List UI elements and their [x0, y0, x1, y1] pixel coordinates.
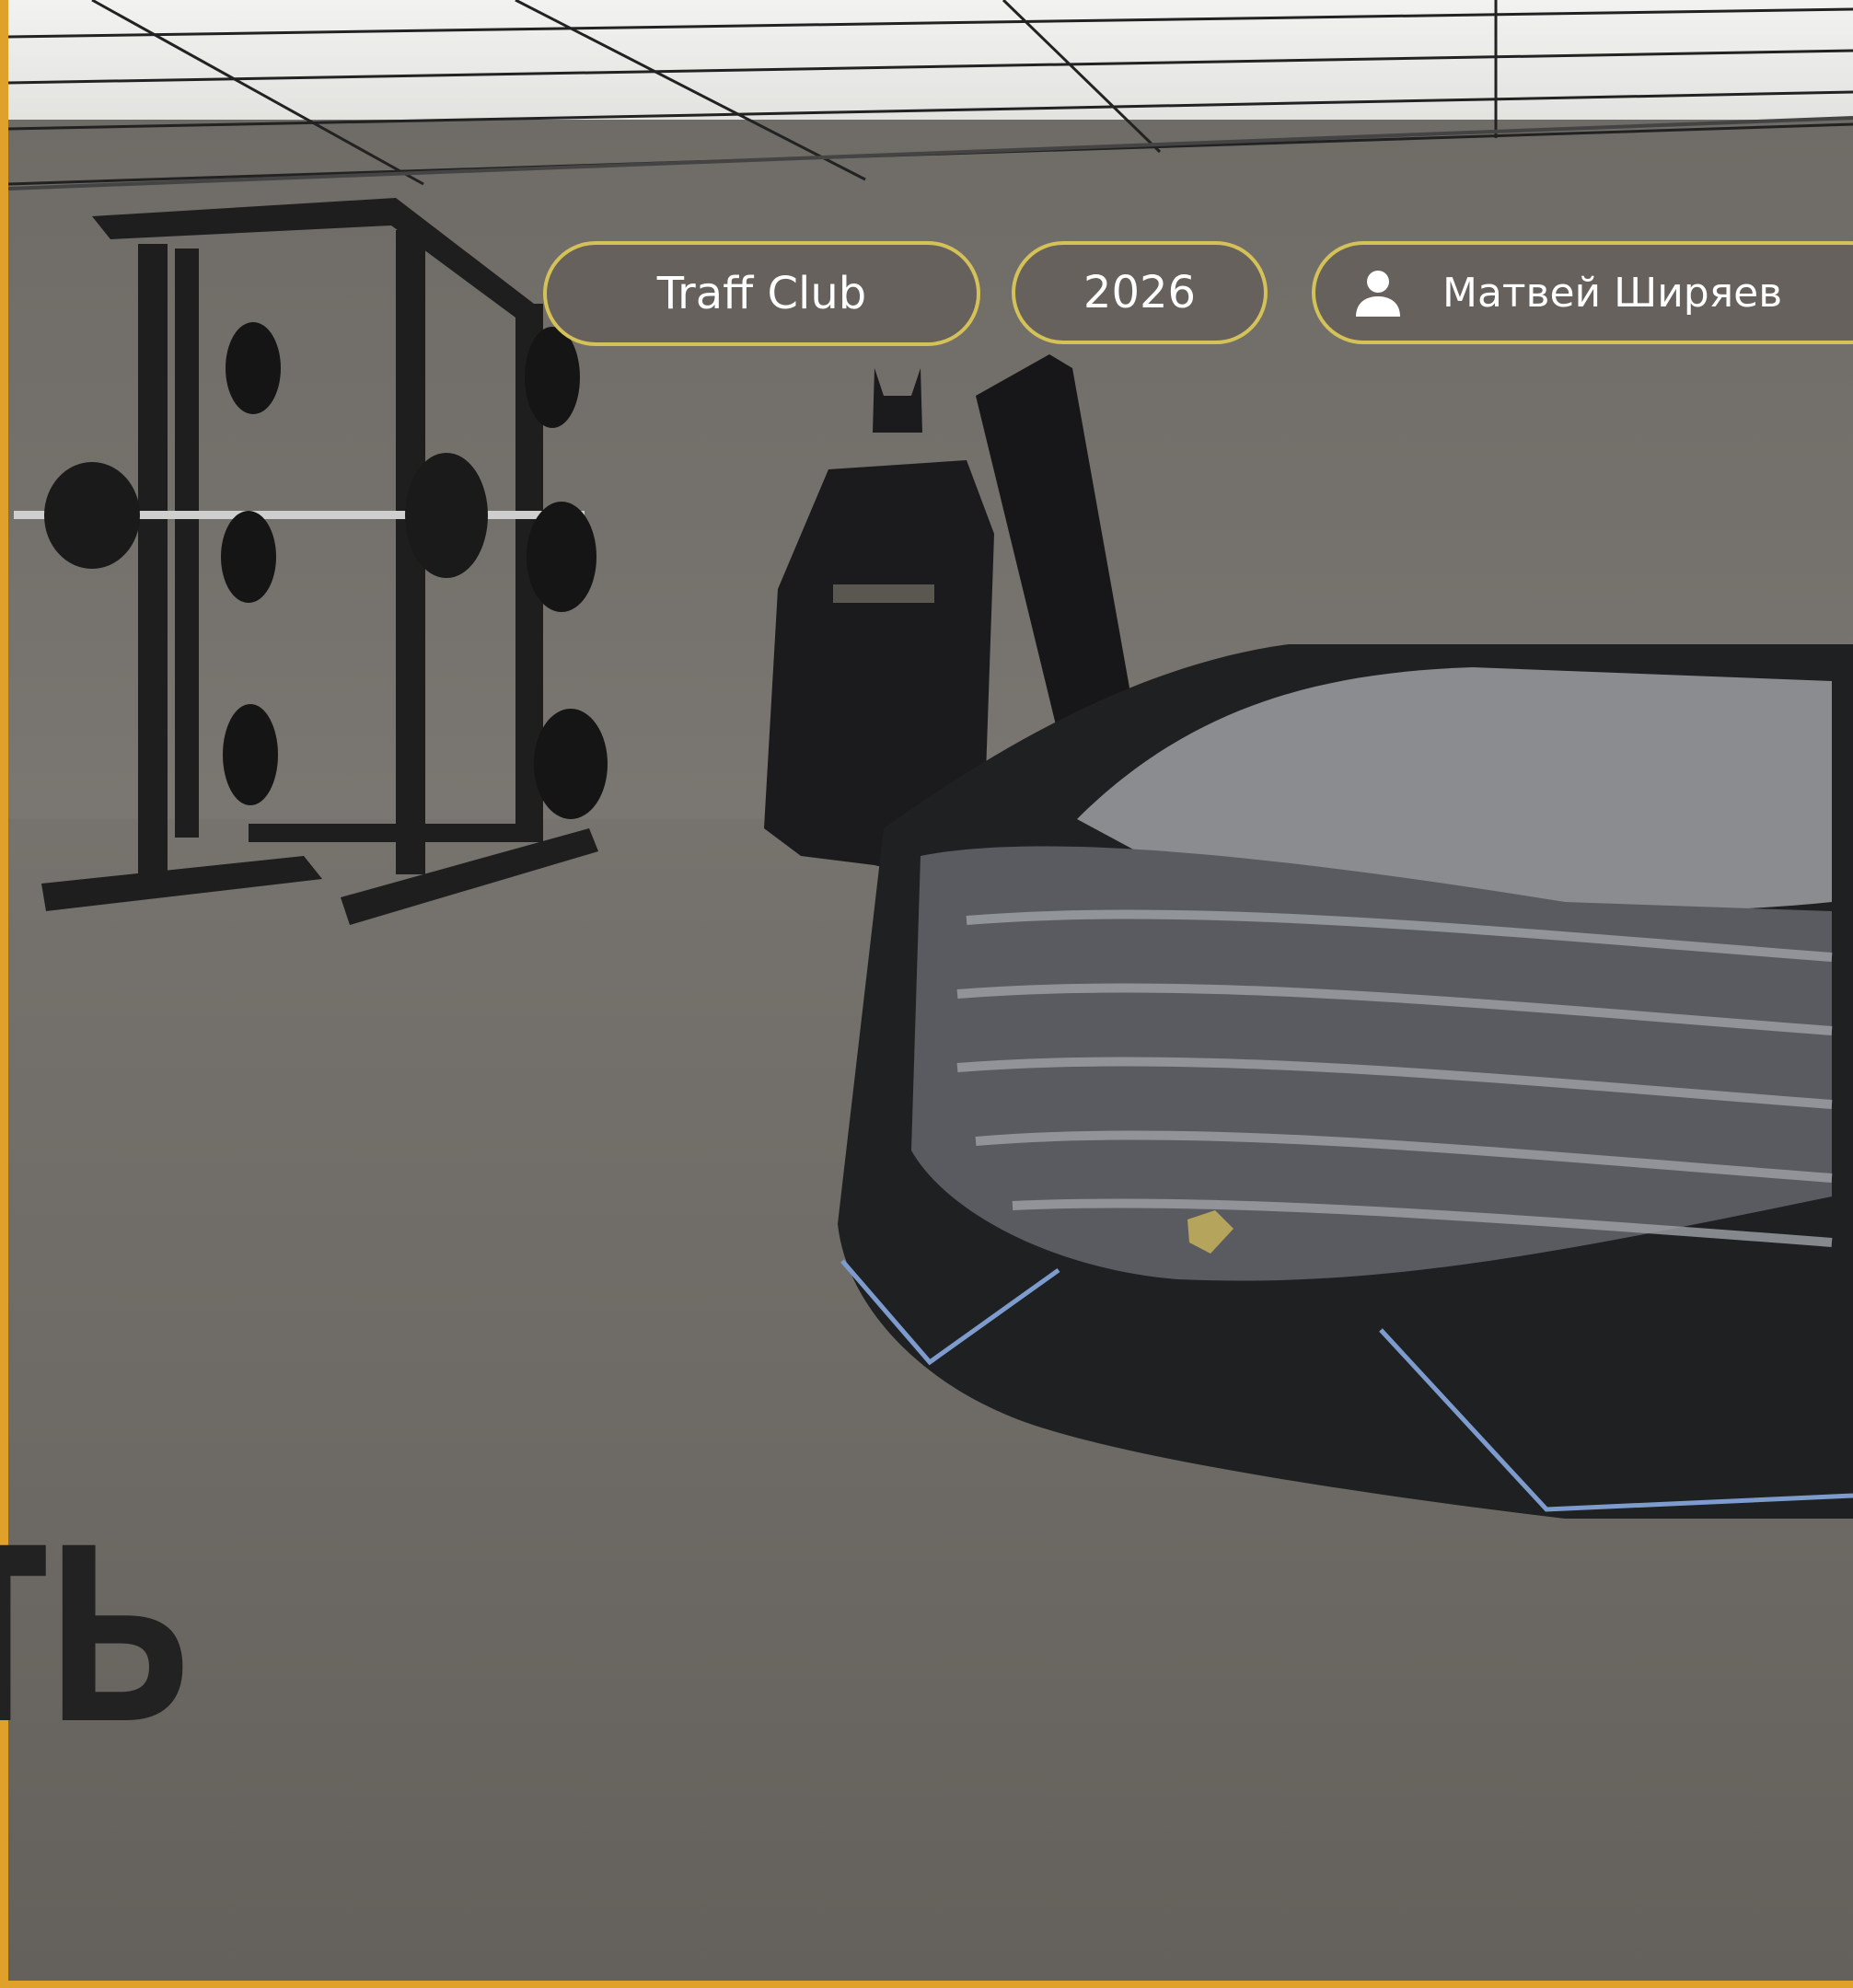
barbell	[14, 453, 585, 578]
user-tag: Матвей Ширяев	[1312, 241, 1853, 344]
year-tag-label: 2026	[1083, 267, 1197, 318]
sports-car	[838, 644, 1853, 1519]
photo-frame: Traff Club 2026 Матвей Ширяев ть	[0, 0, 1853, 1988]
ceiling-grid	[7, 0, 1853, 186]
accent-border-bottom	[0, 1981, 1853, 1988]
user-tag-label: Матвей Ширяев	[1442, 269, 1783, 317]
headline-fragment: ть	[0, 1421, 192, 1791]
user-icon	[1356, 271, 1400, 317]
club-tag-label: Traff Club	[656, 268, 867, 319]
year-tag: 2026	[1012, 241, 1268, 344]
power-rack	[41, 198, 598, 925]
club-tag: Traff Club	[543, 241, 980, 346]
